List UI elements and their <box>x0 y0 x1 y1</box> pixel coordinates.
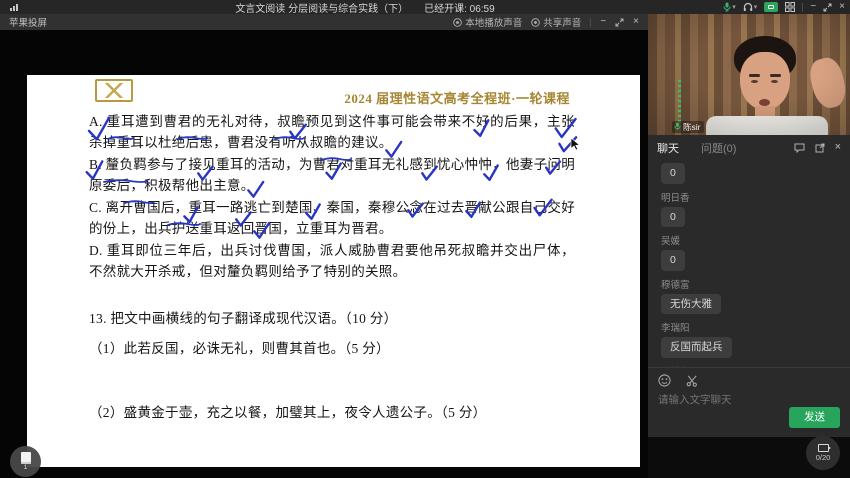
camera-icon <box>818 444 829 452</box>
audio-device-button[interactable]: ▾ <box>743 2 758 12</box>
chevron-down-icon[interactable]: ▾ <box>754 4 758 11</box>
document-paragraph: D. 重耳即位三年后，出兵讨伐曹国，派人威胁曹君要他吊死叔瞻并交出尸体，不然就大… <box>89 240 575 282</box>
mic-icon <box>674 122 681 131</box>
mouse-cursor-icon <box>570 137 581 151</box>
screenshot-scissors-icon[interactable] <box>686 374 699 387</box>
close-button[interactable]: × <box>839 2 845 12</box>
document-paragraph: （2）盛黄金于壶，充之以餐，加璧其上，夜令人遗公子。（5 分） <box>89 402 575 423</box>
chat-message: 反国而起兵 <box>661 337 732 358</box>
minimize-button[interactable]: − <box>810 2 816 12</box>
chat-input[interactable] <box>658 394 788 406</box>
page-number-button[interactable]: 1 <box>10 446 41 477</box>
chat-username: 明日香 <box>661 190 850 204</box>
screen-mirror-title: 苹果投屏 <box>9 15 47 29</box>
document-paragraphs: A. 重耳遭到曹君的无礼对待，叔瞻预见到这件事可能会带来不好的后果，主张杀掉重耳… <box>89 111 575 424</box>
class-title: 文言文阅读 分层阅读与综合实践（下） <box>235 0 408 15</box>
chat-header: 聊天 问题(0) × <box>648 135 850 160</box>
document-paragraph: C. 离开曹国后，重耳一路逃亡到楚国、秦国，秦穆公念在过去晋献公跟自己交好的份上… <box>89 197 575 239</box>
local-audio-toggle[interactable]: 本地播放声音 <box>453 15 522 29</box>
screen-share-button[interactable] <box>764 2 778 12</box>
speaker-icon <box>531 18 540 27</box>
fullscreen-icon[interactable] <box>615 18 624 27</box>
presenter-video[interactable]: 陈sir <box>648 14 850 135</box>
page-icon <box>21 452 31 464</box>
screen-icon <box>768 5 774 9</box>
local-audio-label: 本地播放声音 <box>465 15 522 29</box>
chat-username: 吴媛 <box>661 233 850 247</box>
page-number: 1 <box>24 465 28 472</box>
chat-message: 0 <box>661 207 685 228</box>
send-button[interactable]: 发送 <box>789 407 840 428</box>
fullscreen-icon[interactable] <box>823 3 832 12</box>
mic-button[interactable]: ▾ <box>723 2 736 12</box>
session-timer: 已经开课: 06:59 <box>424 0 495 15</box>
stage-queue-badge[interactable]: 0/20 <box>806 436 840 470</box>
chat-footer: 发送 <box>648 367 850 437</box>
tab-chat[interactable]: 聊天 <box>657 140 679 156</box>
course-header-title: 2024 届理性语文高考全程班·一轮课程 <box>344 88 570 107</box>
share-audio-label: 共享声音 <box>543 15 581 29</box>
presenter-name: 陈sir <box>683 122 700 132</box>
title-area: 文言文阅读 分层阅读与综合实践（下） 已经开课: 06:59 <box>0 0 730 14</box>
chat-message: 无伤大雅 <box>661 294 721 315</box>
chat-message-list[interactable]: 0明日香0吴媛0穆德富无伤大雅李瑞阳反国而起兵穆德富BFG19:15穆德富国士无… <box>648 160 850 367</box>
minimize-button[interactable]: − <box>600 17 606 27</box>
document-paragraph: A. 重耳遭到曹君的无礼对待，叔瞻预见到这件事可能会带来不好的后果，主张杀掉重耳… <box>89 111 575 153</box>
close-chat-button[interactable]: × <box>835 142 841 153</box>
shared-screen-area: 2024 届理性语文高考全程班·一轮课程 A. 重耳遭到曹君的无礼对待，叔瞻预见… <box>0 30 648 478</box>
app-title-bar: 文言文阅读 分层阅读与综合实践（下） 已经开课: 06:59 ▾ ▾ − × <box>0 0 850 14</box>
speaker-icon <box>453 18 462 27</box>
document-paragraph: B. 釐负羁参与了接见重耳的活动，为曹君对重耳无礼感到忧心忡忡，他妻子问明原委后… <box>89 154 575 196</box>
document-page[interactable]: 2024 届理性语文高考全程班·一轮课程 A. 重耳遭到曹君的无礼对待，叔瞻预见… <box>27 75 640 467</box>
document-paragraph: 13. 把文中画横线的句子翻译成现代汉语。（10 分） <box>89 308 575 329</box>
volume-meter <box>678 80 681 122</box>
divider <box>590 18 591 27</box>
close-button[interactable]: × <box>633 17 639 27</box>
chat-username: 穆德富 <box>661 277 850 291</box>
tab-questions[interactable]: 问题(0) <box>701 140 736 156</box>
chat-panel: 聊天 问题(0) × 0明日香0吴媛0穆德富无伤大雅李瑞阳反国而起兵穆德富BFG… <box>648 135 850 437</box>
popout-icon[interactable] <box>815 143 825 153</box>
share-audio-toggle[interactable]: 共享声音 <box>531 15 581 29</box>
screen-mirror-title-bar: 苹果投屏 本地播放声音 共享声音 − × <box>0 14 648 30</box>
headphone-icon <box>743 2 753 12</box>
queue-count: 0/20 <box>816 454 831 462</box>
presenter-name-tag: 陈sir <box>672 121 704 133</box>
mic-icon <box>723 2 731 12</box>
layout-grid-icon[interactable] <box>785 2 795 12</box>
chat-message: 0 <box>661 163 685 184</box>
chat-bubble-icon[interactable] <box>794 143 805 153</box>
document-paragraph: （1）此若反国，必诛无礼，则曹其首也。（5 分） <box>89 338 575 359</box>
course-logo <box>95 79 133 102</box>
divider <box>802 3 803 12</box>
chat-message: 0 <box>661 250 685 271</box>
emoji-icon[interactable] <box>658 374 671 387</box>
chat-username: 李瑞阳 <box>661 320 850 334</box>
chevron-down-icon[interactable]: ▾ <box>732 4 736 11</box>
